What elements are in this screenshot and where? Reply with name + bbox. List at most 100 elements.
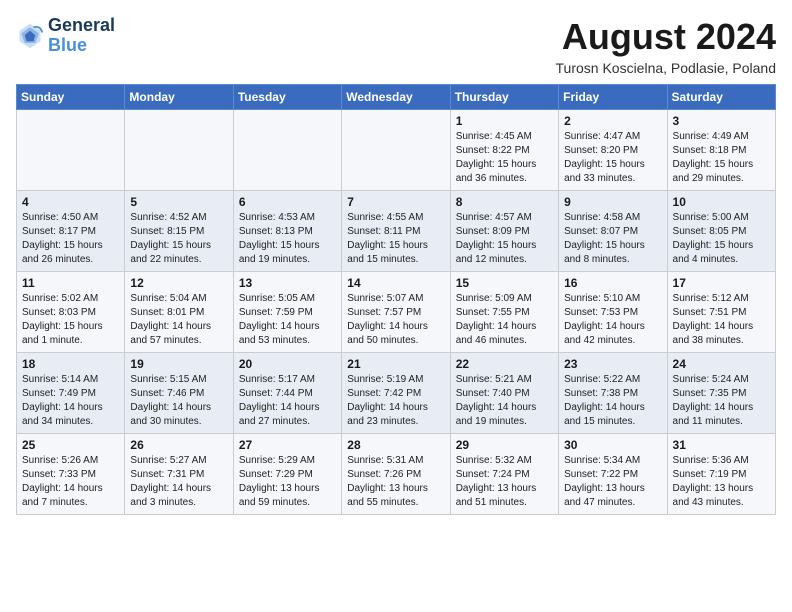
month-year-title: August 2024 bbox=[556, 16, 777, 58]
weekday-header-saturday: Saturday bbox=[667, 85, 775, 110]
logo-text: General Blue bbox=[48, 16, 115, 56]
day-info: Sunrise: 5:10 AM Sunset: 7:53 PM Dayligh… bbox=[564, 292, 661, 348]
day-number: 17 bbox=[673, 276, 770, 290]
day-number: 8 bbox=[456, 195, 553, 209]
calendar-cell: 21 Sunrise: 5:19 AM Sunset: 7:42 PM Dayli… bbox=[342, 353, 450, 434]
logo-icon bbox=[16, 22, 44, 50]
day-number: 19 bbox=[130, 357, 227, 371]
calendar-cell: 30 Sunrise: 5:34 AM Sunset: 7:22 PM Dayli… bbox=[559, 434, 667, 515]
weekday-header-friday: Friday bbox=[559, 85, 667, 110]
calendar-cell: 29 Sunrise: 5:32 AM Sunset: 7:24 PM Dayli… bbox=[450, 434, 558, 515]
calendar-cell bbox=[125, 110, 233, 191]
day-number: 6 bbox=[239, 195, 336, 209]
day-number: 7 bbox=[347, 195, 444, 209]
calendar-cell: 12 Sunrise: 5:04 AM Sunset: 8:01 PM Dayli… bbox=[125, 272, 233, 353]
day-number: 15 bbox=[456, 276, 553, 290]
day-number: 18 bbox=[22, 357, 119, 371]
day-info: Sunrise: 4:50 AM Sunset: 8:17 PM Dayligh… bbox=[22, 211, 119, 267]
week-row-2: 4 Sunrise: 4:50 AM Sunset: 8:17 PM Daylig… bbox=[17, 191, 776, 272]
day-number: 25 bbox=[22, 438, 119, 452]
day-info: Sunrise: 5:36 AM Sunset: 7:19 PM Dayligh… bbox=[673, 454, 770, 510]
day-info: Sunrise: 4:52 AM Sunset: 8:15 PM Dayligh… bbox=[130, 211, 227, 267]
day-info: Sunrise: 5:24 AM Sunset: 7:35 PM Dayligh… bbox=[673, 373, 770, 429]
day-info: Sunrise: 5:00 AM Sunset: 8:05 PM Dayligh… bbox=[673, 211, 770, 267]
weekday-header-wednesday: Wednesday bbox=[342, 85, 450, 110]
day-info: Sunrise: 5:15 AM Sunset: 7:46 PM Dayligh… bbox=[130, 373, 227, 429]
calendar-cell bbox=[17, 110, 125, 191]
day-info: Sunrise: 5:07 AM Sunset: 7:57 PM Dayligh… bbox=[347, 292, 444, 348]
day-info: Sunrise: 4:47 AM Sunset: 8:20 PM Dayligh… bbox=[564, 130, 661, 186]
calendar-cell: 7 Sunrise: 4:55 AM Sunset: 8:11 PM Daylig… bbox=[342, 191, 450, 272]
calendar-cell: 15 Sunrise: 5:09 AM Sunset: 7:55 PM Dayli… bbox=[450, 272, 558, 353]
weekday-header-thursday: Thursday bbox=[450, 85, 558, 110]
calendar-cell: 10 Sunrise: 5:00 AM Sunset: 8:05 PM Dayli… bbox=[667, 191, 775, 272]
day-info: Sunrise: 4:57 AM Sunset: 8:09 PM Dayligh… bbox=[456, 211, 553, 267]
weekday-header-row: SundayMondayTuesdayWednesdayThursdayFrid… bbox=[17, 85, 776, 110]
day-info: Sunrise: 5:02 AM Sunset: 8:03 PM Dayligh… bbox=[22, 292, 119, 348]
day-number: 13 bbox=[239, 276, 336, 290]
day-info: Sunrise: 5:22 AM Sunset: 7:38 PM Dayligh… bbox=[564, 373, 661, 429]
day-number: 14 bbox=[347, 276, 444, 290]
location-subtitle: Turosn Koscielna, Podlasie, Poland bbox=[556, 60, 777, 76]
calendar-cell: 19 Sunrise: 5:15 AM Sunset: 7:46 PM Dayli… bbox=[125, 353, 233, 434]
logo: General Blue bbox=[16, 16, 115, 56]
day-number: 30 bbox=[564, 438, 661, 452]
day-info: Sunrise: 4:58 AM Sunset: 8:07 PM Dayligh… bbox=[564, 211, 661, 267]
day-info: Sunrise: 5:09 AM Sunset: 7:55 PM Dayligh… bbox=[456, 292, 553, 348]
weekday-header-sunday: Sunday bbox=[17, 85, 125, 110]
calendar-cell: 1 Sunrise: 4:45 AM Sunset: 8:22 PM Daylig… bbox=[450, 110, 558, 191]
week-row-4: 18 Sunrise: 5:14 AM Sunset: 7:49 PM Dayli… bbox=[17, 353, 776, 434]
day-number: 4 bbox=[22, 195, 119, 209]
day-info: Sunrise: 5:19 AM Sunset: 7:42 PM Dayligh… bbox=[347, 373, 444, 429]
calendar-cell: 24Sunrise: 5:24 AM Sunset: 7:35 PM Dayli… bbox=[667, 353, 775, 434]
day-number: 10 bbox=[673, 195, 770, 209]
calendar-cell: 23Sunrise: 5:22 AM Sunset: 7:38 PM Dayli… bbox=[559, 353, 667, 434]
day-info: Sunrise: 4:45 AM Sunset: 8:22 PM Dayligh… bbox=[456, 130, 553, 186]
day-info: Sunrise: 4:55 AM Sunset: 8:11 PM Dayligh… bbox=[347, 211, 444, 267]
weekday-header-tuesday: Tuesday bbox=[233, 85, 341, 110]
calendar-cell: 18 Sunrise: 5:14 AM Sunset: 7:49 PM Dayli… bbox=[17, 353, 125, 434]
day-number: 16 bbox=[564, 276, 661, 290]
calendar-cell: 4 Sunrise: 4:50 AM Sunset: 8:17 PM Daylig… bbox=[17, 191, 125, 272]
calendar-cell: 14 Sunrise: 5:07 AM Sunset: 7:57 PM Dayli… bbox=[342, 272, 450, 353]
day-info: Sunrise: 4:49 AM Sunset: 8:18 PM Dayligh… bbox=[673, 130, 770, 186]
weekday-header-monday: Monday bbox=[125, 85, 233, 110]
day-number: 12 bbox=[130, 276, 227, 290]
day-info: Sunrise: 5:05 AM Sunset: 7:59 PM Dayligh… bbox=[239, 292, 336, 348]
day-info: Sunrise: 5:26 AM Sunset: 7:33 PM Dayligh… bbox=[22, 454, 119, 510]
day-info: Sunrise: 5:31 AM Sunset: 7:26 PM Dayligh… bbox=[347, 454, 444, 510]
calendar-cell: 3 Sunrise: 4:49 AM Sunset: 8:18 PM Daylig… bbox=[667, 110, 775, 191]
day-info: Sunrise: 5:21 AM Sunset: 7:40 PM Dayligh… bbox=[456, 373, 553, 429]
day-number: 3 bbox=[673, 114, 770, 128]
day-info: Sunrise: 5:14 AM Sunset: 7:49 PM Dayligh… bbox=[22, 373, 119, 429]
calendar-cell: 28 Sunrise: 5:31 AM Sunset: 7:26 PM Dayli… bbox=[342, 434, 450, 515]
day-info: Sunrise: 5:32 AM Sunset: 7:24 PM Dayligh… bbox=[456, 454, 553, 510]
calendar-cell: 31Sunrise: 5:36 AM Sunset: 7:19 PM Dayli… bbox=[667, 434, 775, 515]
calendar-cell: 8 Sunrise: 4:57 AM Sunset: 8:09 PM Daylig… bbox=[450, 191, 558, 272]
day-number: 28 bbox=[347, 438, 444, 452]
calendar-cell: 5Sunrise: 4:52 AM Sunset: 8:15 PM Daylig… bbox=[125, 191, 233, 272]
day-number: 26 bbox=[130, 438, 227, 452]
calendar-cell bbox=[233, 110, 341, 191]
day-info: Sunrise: 5:27 AM Sunset: 7:31 PM Dayligh… bbox=[130, 454, 227, 510]
calendar-cell: 22Sunrise: 5:21 AM Sunset: 7:40 PM Dayli… bbox=[450, 353, 558, 434]
day-info: Sunrise: 5:17 AM Sunset: 7:44 PM Dayligh… bbox=[239, 373, 336, 429]
day-info: Sunrise: 5:34 AM Sunset: 7:22 PM Dayligh… bbox=[564, 454, 661, 510]
day-info: Sunrise: 4:53 AM Sunset: 8:13 PM Dayligh… bbox=[239, 211, 336, 267]
calendar-cell: 11 Sunrise: 5:02 AM Sunset: 8:03 PM Dayli… bbox=[17, 272, 125, 353]
day-number: 11 bbox=[22, 276, 119, 290]
week-row-3: 11 Sunrise: 5:02 AM Sunset: 8:03 PM Dayli… bbox=[17, 272, 776, 353]
calendar-cell: 20Sunrise: 5:17 AM Sunset: 7:44 PM Dayli… bbox=[233, 353, 341, 434]
page-header: General Blue August 2024 Turosn Koscieln… bbox=[16, 16, 776, 76]
day-number: 2 bbox=[564, 114, 661, 128]
calendar-cell: 26 Sunrise: 5:27 AM Sunset: 7:31 PM Dayli… bbox=[125, 434, 233, 515]
day-number: 27 bbox=[239, 438, 336, 452]
day-number: 21 bbox=[347, 357, 444, 371]
calendar-cell: 6 Sunrise: 4:53 AM Sunset: 8:13 PM Daylig… bbox=[233, 191, 341, 272]
calendar-cell: 27Sunrise: 5:29 AM Sunset: 7:29 PM Dayli… bbox=[233, 434, 341, 515]
calendar-cell: 16 Sunrise: 5:10 AM Sunset: 7:53 PM Dayli… bbox=[559, 272, 667, 353]
day-number: 1 bbox=[456, 114, 553, 128]
week-row-1: 1 Sunrise: 4:45 AM Sunset: 8:22 PM Daylig… bbox=[17, 110, 776, 191]
day-number: 29 bbox=[456, 438, 553, 452]
day-info: Sunrise: 5:04 AM Sunset: 8:01 PM Dayligh… bbox=[130, 292, 227, 348]
